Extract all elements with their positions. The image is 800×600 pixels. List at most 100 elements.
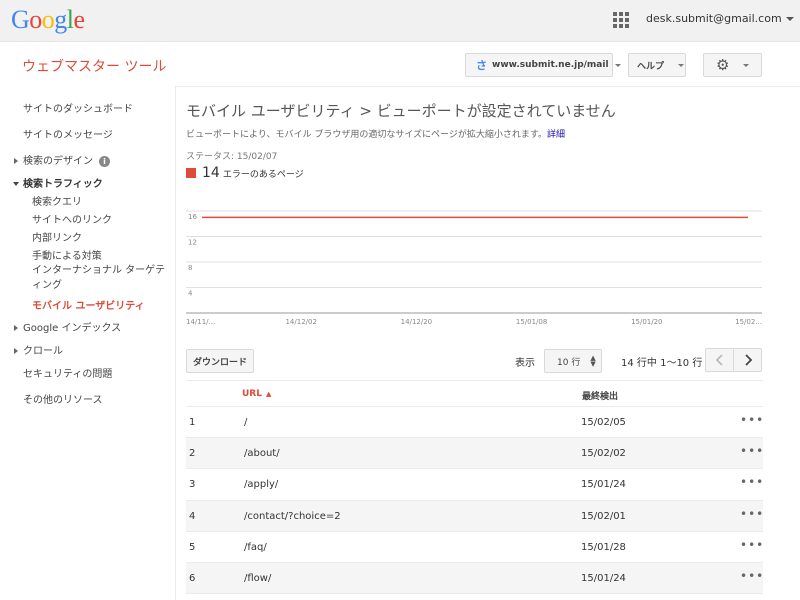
row-number: 3 [189,479,196,491]
page-description: ビューポートにより、モバイル ブラウザ用の適切なサイズにページが拡大縮小されます… [186,127,565,140]
page-title: モバイル ユーザビリティ > ビューポートが設定されていません [186,102,616,120]
column-header-url[interactable]: URL ▲ [242,389,271,399]
sidebar-item-search-traffic[interactable]: 検索トラフィック [13,175,103,190]
header-divider [175,86,800,87]
settings-button[interactable]: ⚙ [703,53,762,77]
rows-per-page-value: 10 行 [557,357,581,368]
up-down-arrows-icon: ▲ ▼ [590,354,596,368]
row-url[interactable]: / [244,417,247,428]
x-tick-label: 14/12/02 [285,318,316,326]
chart-legend[interactable]: 14 エラーのあるページ [186,165,304,181]
chevron-down-icon [743,63,750,67]
row-url[interactable]: /faq/ [244,542,267,553]
logo-letter: o [29,5,42,34]
sidebar-item-search-queries[interactable]: 検索クエリ [32,193,82,208]
x-tick-label: 14/12/20 [401,318,432,326]
row-number: 2 [189,448,196,460]
sidebar-item-international-targeting[interactable]: インターナショナル ターゲティング [32,263,172,293]
download-label: ダウンロード [192,357,247,368]
info-icon[interactable]: i [99,155,110,167]
more-options-icon[interactable]: ••• [740,538,764,552]
account-email: desk.submit@gmail.com [646,12,782,25]
expand-arrow-icon [14,158,18,164]
details-link[interactable]: 詳細 [547,130,565,140]
site-selector-label: www.submit.ne.jp/mail [492,60,609,70]
apps-grid-icon[interactable] [613,12,629,28]
help-label: ヘルプ [637,61,665,72]
app-title[interactable]: ウェブマスター ツール [22,56,166,76]
row-url[interactable]: /apply/ [244,479,278,490]
more-options-icon[interactable]: ••• [740,444,764,458]
more-options-icon[interactable]: ••• [740,475,764,489]
expand-arrow-icon [14,348,18,354]
download-button[interactable]: ダウンロード [186,349,254,373]
sidebar-item-mobile-usability[interactable]: モバイル ユーザビリティ [32,297,145,312]
more-options-icon[interactable]: ••• [740,569,764,583]
chevron-right-icon [744,354,752,366]
table-row[interactable]: 1 / 15/02/05 ••• [186,407,764,439]
table-row[interactable]: 6 /flow/ 15/01/24 ••• [186,562,764,595]
y-tick-label: 12 [188,239,197,247]
collapse-arrow-icon [13,182,19,186]
help-button[interactable]: ヘルプ [628,53,686,77]
sidebar-item-dashboard[interactable]: サイトのダッシュボード [23,100,133,115]
google-logo[interactable]: Google [11,5,85,35]
sidebar-item-search-appearance[interactable]: 検索のデザイン i [14,152,110,167]
next-page-button[interactable] [733,348,762,372]
sidebar-item-google-index[interactable]: Google インデックス [14,319,122,334]
error-chart: 16 12 8 4 14/11/... 14/12/02 14/12/20 15/01/08 1… [186,210,762,326]
row-date: 15/01/24 [581,572,626,584]
row-url[interactable]: /about/ [244,448,280,459]
chevron-down-icon [614,63,621,67]
y-tick-label: 8 [188,264,192,272]
row-number: 5 [189,541,196,553]
more-options-icon[interactable]: ••• [740,507,764,521]
sidebar-item-other-resources[interactable]: その他のリソース [23,391,103,406]
site-favicon-icon: さ [476,59,487,72]
logo-letter: l [66,5,74,34]
table-header: URL ▲ 最終検出 [186,380,763,407]
sidebar-item-links-to-site[interactable]: サイトへのリンク [32,211,112,226]
sort-ascending-icon: ▲ [265,390,272,398]
column-header-last-detected[interactable]: 最終検出 [582,389,618,402]
status-text: ステータス: 15/02/07 [186,152,278,162]
site-selector[interactable]: さ www.submit.ne.jp/mail [465,53,621,77]
table-row[interactable]: 4 /contact/?choice=2 15/02/01 ••• [186,500,764,532]
sidebar-item-manual-actions[interactable]: 手動による対策 [32,247,102,262]
row-date: 15/02/01 [581,510,626,522]
more-options-icon[interactable]: ••• [740,413,764,427]
row-date: 15/01/28 [581,541,626,553]
error-count: 14 [202,165,220,181]
expand-arrow-icon [14,325,18,331]
legend-swatch [186,168,196,178]
url-table: URL ▲ 最終検出 1 / 15/02/05 ••• 2 /about/ 15/… [186,380,764,595]
y-tick-label: 16 [188,213,197,221]
rows-per-page-select[interactable]: 10 行 ▲ ▼ [544,349,602,373]
row-date: 15/02/05 [581,417,626,428]
sidebar-item-crawl[interactable]: クロール [14,342,63,357]
y-tick-label: 4 [188,290,193,298]
sidebar-item-internal-links[interactable]: 内部リンク [32,229,82,244]
table-row[interactable]: 3 /apply/ 15/01/24 ••• [186,469,764,501]
sidebar-item-label: クロール [23,346,63,357]
previous-page-button[interactable] [705,348,734,372]
pagination-range: 14 行中 1〜10 行 [621,358,703,369]
x-tick-label: 15/01/08 [516,318,547,326]
description-text: ビューポートにより、モバイル ブラウザ用の適切なサイズにページが拡大縮小されます… [186,130,547,140]
sidebar-item-label: Google インデックス [23,323,122,334]
row-url[interactable]: /flow/ [244,573,271,584]
sidebar-item-label: 検索トラフィック [23,179,103,190]
top-bar: Google desk.submit@gmail.com [0,0,800,42]
gear-icon: ⚙ [716,56,730,74]
row-date: 15/01/24 [581,479,626,491]
x-tick-label: 14/11/... [186,318,215,326]
table-row[interactable]: 5 /faq/ 15/01/28 ••• [186,532,763,563]
row-url[interactable]: /contact/?choice=2 [244,511,341,522]
column-header-url-label: URL [242,389,262,399]
sidebar-item-messages[interactable]: サイトのメッセージ [23,126,113,141]
account-menu[interactable]: desk.submit@gmail.com [646,12,794,25]
sidebar-item-security-issues[interactable]: セキュリティの問題 [23,365,112,380]
sidebar-item-label: 検索のデザイン [23,156,93,167]
table-row[interactable]: 2 /about/ 15/02/02 ••• [186,438,764,470]
logo-letter: o [41,5,55,34]
